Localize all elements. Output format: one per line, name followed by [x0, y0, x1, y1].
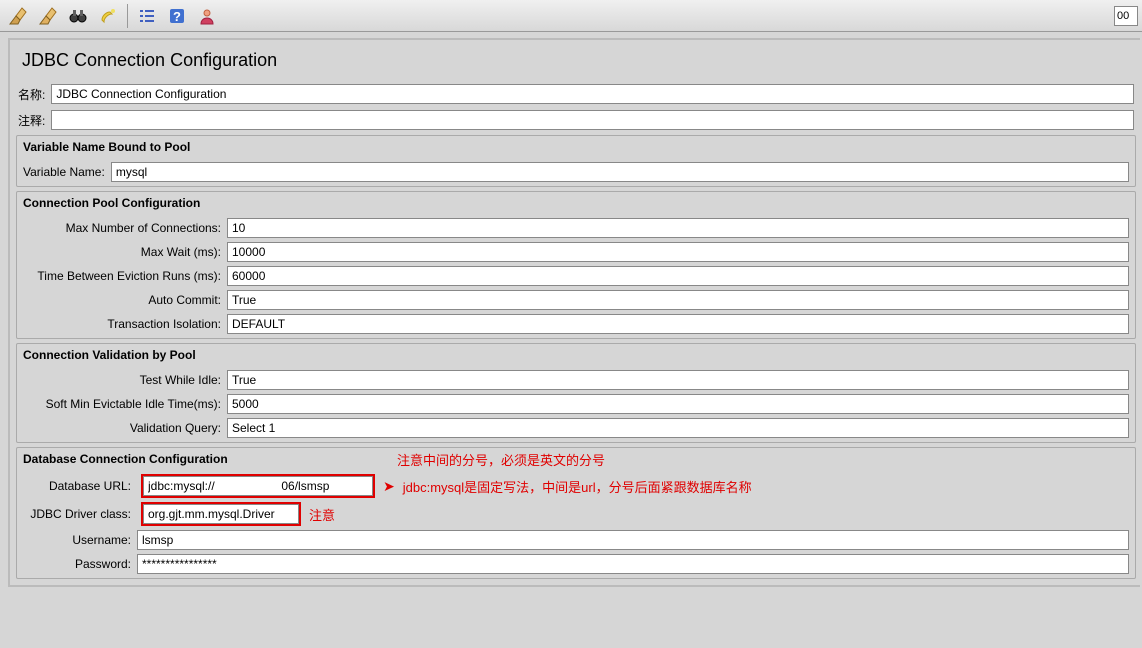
name-row: 名称: — [12, 81, 1140, 107]
tx-iso-input[interactable] — [227, 314, 1129, 334]
toolbar-btn-sweep-icon[interactable] — [94, 3, 122, 29]
counter-value: 00 — [1117, 10, 1129, 22]
comments-row: 注释: — [12, 107, 1140, 133]
time-evict-label: Time Between Eviction Runs (ms): — [23, 269, 223, 283]
section-conn-pool: Connection Pool Configuration Max Number… — [16, 191, 1136, 339]
max-wait-input[interactable] — [227, 242, 1129, 262]
driver-label: JDBC Driver class: — [23, 507, 133, 521]
section-conn-valid: Connection Validation by Pool Test While… — [16, 343, 1136, 443]
section-conn-pool-title: Connection Pool Configuration — [17, 192, 1135, 214]
username-input[interactable] — [137, 530, 1129, 550]
toolbar-separator — [127, 4, 128, 28]
soft-min-label: Soft Min Evictable Idle Time(ms): — [23, 397, 223, 411]
section-var-pool-title: Variable Name Bound to Pool — [17, 136, 1135, 158]
max-conn-label: Max Number of Connections: — [23, 221, 223, 235]
soft-min-input[interactable] — [227, 394, 1129, 414]
svg-text:?: ? — [173, 9, 181, 24]
toolbar-btn-broom1-icon[interactable] — [4, 3, 32, 29]
name-input[interactable] — [51, 84, 1134, 104]
comments-label: 注释: — [18, 112, 45, 129]
var-name-label: Variable Name: — [23, 165, 107, 179]
auto-commit-input[interactable] — [227, 290, 1129, 310]
max-wait-label: Max Wait (ms): — [23, 245, 223, 259]
var-name-row: Variable Name: — [19, 160, 1133, 184]
username-label: Username: — [23, 533, 133, 547]
toolbar-btn-binoculars-icon[interactable] — [64, 3, 92, 29]
main-panel: JDBC Connection Configuration 名称: 注释: Va… — [8, 38, 1140, 587]
toolbar-btn-broom2-icon[interactable] — [34, 3, 62, 29]
db-url-label: Database URL: — [23, 479, 133, 493]
section-conn-valid-title: Connection Validation by Pool — [17, 344, 1135, 366]
valid-query-input[interactable] — [227, 418, 1129, 438]
name-label: 名称: — [18, 86, 45, 103]
section-db-conn: Database Connection Configuration 注意中间的分… — [16, 447, 1136, 579]
time-evict-input[interactable] — [227, 266, 1129, 286]
test-idle-label: Test While Idle: — [23, 373, 223, 387]
db-url-highlight — [141, 474, 375, 498]
toolbar: ? 00 — [0, 0, 1142, 32]
counter-field[interactable]: 00 — [1114, 6, 1138, 26]
auto-commit-label: Auto Commit: — [23, 293, 223, 307]
comments-input[interactable] — [51, 110, 1134, 130]
valid-query-label: Validation Query: — [23, 421, 223, 435]
toolbar-btn-help-icon[interactable]: ? — [163, 3, 191, 29]
driver-input[interactable] — [143, 504, 299, 524]
driver-highlight — [141, 502, 301, 526]
password-label: Password: — [23, 557, 133, 571]
db-url-input[interactable] — [143, 476, 373, 496]
arrow-icon: ➤ — [383, 478, 395, 495]
toolbar-btn-list-icon[interactable] — [133, 3, 161, 29]
password-input[interactable] — [137, 554, 1129, 574]
test-idle-input[interactable] — [227, 370, 1129, 390]
toolbar-btn-user-icon[interactable] — [193, 3, 221, 29]
annotation-driver: 注意 — [309, 505, 335, 524]
annotation-top: 注意中间的分号，必须是英文的分号 — [397, 450, 605, 469]
max-conn-input[interactable] — [227, 218, 1129, 238]
page-title: JDBC Connection Configuration — [12, 42, 1140, 81]
tx-iso-label: Transaction Isolation: — [23, 317, 223, 331]
var-name-input[interactable] — [111, 162, 1129, 182]
annotation-url: jdbc:mysql是固定写法，中间是url，分号后面紧跟数据库名称 — [403, 477, 752, 496]
section-var-pool: Variable Name Bound to Pool Variable Nam… — [16, 135, 1136, 187]
